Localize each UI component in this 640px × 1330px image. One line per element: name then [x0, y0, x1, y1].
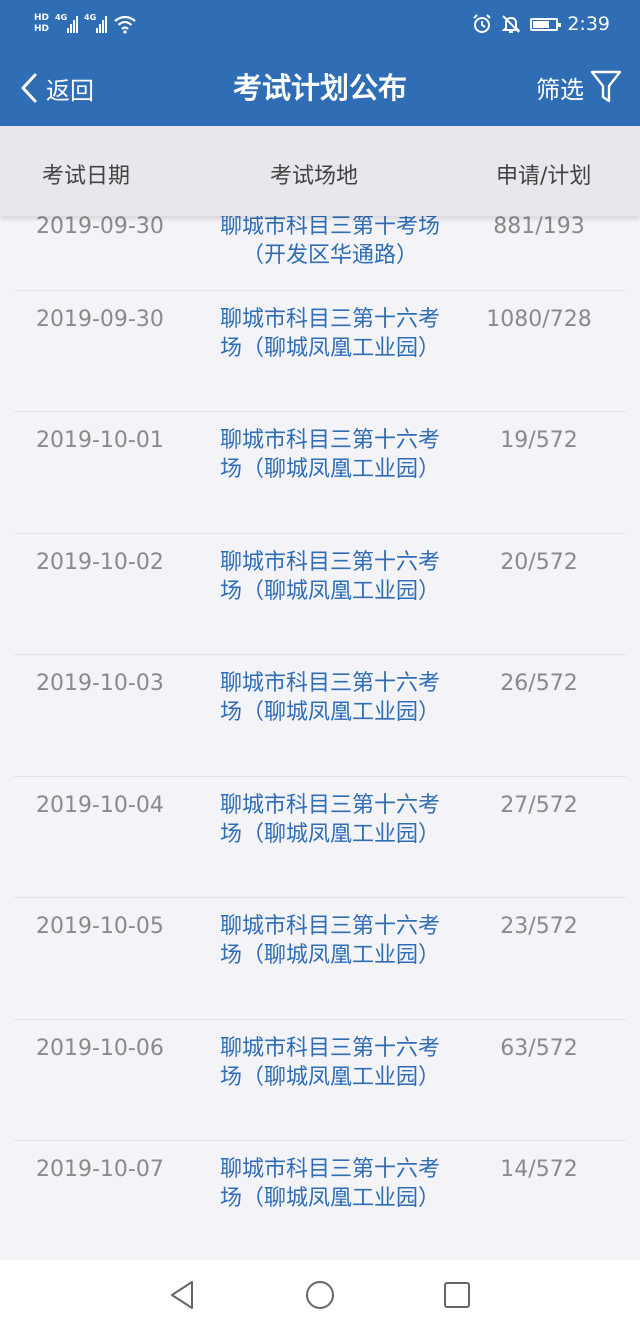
hd-indicator: HD HD [34, 13, 49, 35]
row-date: 2019-10-07 [36, 1157, 164, 1182]
row-site[interactable]: 聊城市科目三第十六考场（聊城凤凰工业园） [216, 1155, 444, 1213]
hd-label-2: HD [34, 24, 50, 34]
exam-plan-list[interactable]: 2019-09-30 聊城市科目三第十考场（开发区华通路） 881/193 20… [0, 216, 640, 1260]
row-ratio: 20/572 [500, 550, 578, 575]
table-row[interactable]: 2019-10-07 聊城市科目三第十六考场（聊城凤凰工业园） 14/572 [14, 1141, 626, 1260]
row-ratio: 14/572 [500, 1157, 578, 1182]
row-date: 2019-10-02 [36, 550, 164, 575]
row-ratio: 63/572 [500, 1036, 578, 1061]
row-ratio: 881/193 [493, 216, 585, 239]
row-date: 2019-10-06 [36, 1036, 164, 1061]
row-site[interactable]: 聊城市科目三第十考场（开发区华通路） [216, 216, 444, 270]
row-ratio: 26/572 [500, 671, 578, 696]
row-ratio: 19/572 [500, 428, 578, 453]
row-date: 2019-10-04 [36, 793, 164, 818]
row-site[interactable]: 聊城市科目三第十六考场（聊城凤凰工业园） [216, 912, 444, 970]
row-date: 2019-09-30 [36, 216, 164, 239]
filter-button[interactable]: 筛选 [536, 66, 622, 108]
header-exam-date: 考试日期 [42, 164, 131, 189]
alarm-icon [473, 14, 492, 33]
nav-home-circle-icon[interactable] [303, 1278, 337, 1312]
table-row[interactable]: 2019-10-05 聊城市科目三第十六考场（聊城凤凰工业园） 23/572 [14, 898, 626, 1020]
table-row[interactable]: 2019-09-30 聊城市科目三第十考场（开发区华通路） 881/193 [14, 216, 626, 291]
row-date: 2019-10-01 [36, 428, 164, 453]
network-type-label: 4G [55, 13, 68, 22]
row-site[interactable]: 聊城市科目三第十六考场（聊城凤凰工业园） [216, 426, 444, 484]
status-bar-left: HD HD 4G 4G [34, 7, 137, 41]
system-nav-bar [0, 1260, 640, 1330]
battery-icon [530, 17, 562, 31]
nav-back-triangle-icon[interactable] [166, 1278, 200, 1312]
row-site[interactable]: 聊城市科目三第十六考场（聊城凤凰工业园） [216, 305, 444, 363]
status-bar-right: 2:39 [472, 10, 610, 38]
table-row[interactable]: 2019-09-30 聊城市科目三第十六考场（聊城凤凰工业园） 1080/728 [14, 291, 626, 412]
bell-off-icon [501, 15, 521, 33]
wifi-icon [114, 15, 136, 34]
row-date: 2019-10-03 [36, 671, 164, 696]
row-ratio: 1080/728 [486, 307, 592, 332]
table-row[interactable]: 2019-10-04 聊城市科目三第十六考场（聊城凤凰工业园） 27/572 [14, 777, 626, 898]
nav-recents-square-icon[interactable] [440, 1278, 474, 1312]
row-ratio: 27/572 [500, 793, 578, 818]
signal-icon-2: 4G [84, 13, 108, 33]
hd-label-1: HD [34, 13, 50, 23]
row-date: 2019-09-30 [36, 307, 164, 332]
status-bar: HD HD 4G 4G 2:39 [0, 0, 640, 48]
row-date: 2019-10-05 [36, 914, 164, 939]
funnel-icon [590, 70, 622, 103]
header-apply-plan: 申请/计划 [496, 164, 592, 189]
signal-icon: 4G [55, 13, 79, 33]
table-row[interactable]: 2019-10-03 聊城市科目三第十六考场（聊城凤凰工业园） 26/572 [14, 655, 626, 777]
table-row[interactable]: 2019-10-06 聊城市科目三第十六考场（聊城凤凰工业园） 63/572 [14, 1020, 626, 1141]
row-site[interactable]: 聊城市科目三第十六考场（聊城凤凰工业园） [216, 669, 444, 727]
filter-label: 筛选 [536, 75, 584, 104]
network-type-label-2: 4G [84, 13, 97, 22]
clock: 2:39 [567, 13, 610, 35]
table-row[interactable]: 2019-10-02 聊城市科目三第十六考场（聊城凤凰工业园） 20/572 [14, 534, 626, 655]
row-site[interactable]: 聊城市科目三第十六考场（聊城凤凰工业园） [216, 548, 444, 606]
table-header: 考试日期 考试场地 申请/计划 [0, 126, 640, 216]
table-row[interactable]: 2019-10-01 聊城市科目三第十六考场（聊城凤凰工业园） 19/572 [14, 412, 626, 534]
row-site[interactable]: 聊城市科目三第十六考场（聊城凤凰工业园） [216, 1034, 444, 1092]
row-ratio: 23/572 [500, 914, 578, 939]
row-site[interactable]: 聊城市科目三第十六考场（聊城凤凰工业园） [216, 791, 444, 849]
nav-bar: 返回 考试计划公布 筛选 [0, 48, 640, 126]
header-exam-site: 考试场地 [270, 164, 359, 189]
